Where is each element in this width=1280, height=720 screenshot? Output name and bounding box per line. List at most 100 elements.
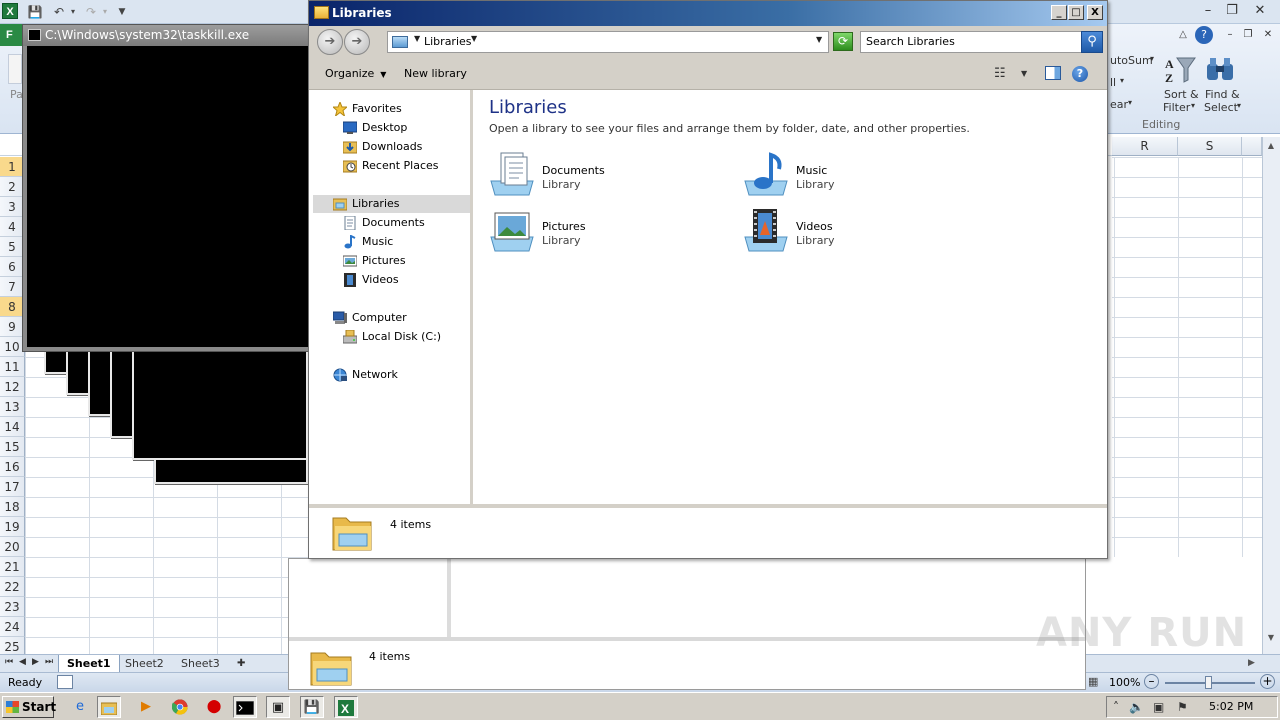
workbook-restore-icon[interactable]: ❐ [1238, 27, 1258, 43]
ribbon-minimize-icon[interactable]: △ [1173, 27, 1193, 43]
file-tab[interactable]: F [0, 24, 22, 46]
documents-library-name[interactable]: Documents [542, 164, 605, 177]
videos-library-type[interactable]: Library [796, 234, 834, 247]
music-library-type[interactable]: Library [796, 178, 834, 191]
excel-restore-icon[interactable]: ❐ [1222, 3, 1242, 19]
paste-icon[interactable] [8, 54, 22, 84]
nav-documents-label[interactable]: Documents [362, 216, 425, 229]
chrome-icon[interactable] [168, 696, 192, 718]
autosum-button[interactable]: utoSum [1110, 54, 1153, 67]
preview-pane-icon[interactable] [1045, 66, 1061, 80]
taskkill-console-window[interactable]: C:\Windows\system32\taskkill.exe [22, 24, 322, 352]
close-button[interactable]: X [1087, 5, 1103, 20]
fill-button[interactable]: ll [1110, 76, 1116, 89]
autosum-dropdown-icon[interactable]: ▾ [1150, 54, 1154, 63]
nav-favorites-label[interactable]: Favorites [352, 102, 402, 115]
organize-dropdown-icon[interactable]: ▼ [380, 70, 386, 79]
paste-label[interactable]: Pa [10, 88, 23, 101]
libraries-explorer-window[interactable]: Libraries _ □ X ➔ ➔ ▼ Libraries ▼ ▼ ⟳ Se… [308, 0, 1108, 559]
nav-downloads-label[interactable]: Downloads [362, 140, 422, 153]
nav-network[interactable]: Network [333, 366, 398, 384]
nav-desktop-label[interactable]: Desktop [362, 121, 407, 134]
console-task-icon[interactable] [233, 696, 257, 718]
search-input[interactable]: Search Libraries [860, 31, 1082, 53]
black-window-6[interactable] [154, 458, 308, 484]
nav-recent-places-label[interactable]: Recent Places [362, 159, 439, 172]
page-layout-icon[interactable]: ▦ [1088, 675, 1098, 688]
sort-filter-label-1[interactable]: Sort & [1164, 88, 1199, 101]
system-clock[interactable]: 5:02 PM [1209, 700, 1253, 713]
search-icon[interactable]: ⚲ [1081, 31, 1103, 53]
row-header[interactable]: 17 [0, 477, 25, 497]
row-header[interactable]: 16 [0, 457, 25, 477]
row-header[interactable]: 22 [0, 577, 25, 597]
address-separator-icon[interactable]: ▼ [414, 34, 420, 43]
hscroll-right-icon[interactable]: ▶ [1248, 658, 1255, 668]
workbook-minimize-icon[interactable]: – [1220, 27, 1240, 43]
nav-local-disk-label[interactable]: Local Disk (C:) [362, 330, 441, 343]
maximize-button[interactable]: □ [1068, 5, 1084, 20]
row-header[interactable]: 14 [0, 417, 25, 437]
column-header-s[interactable]: S [1178, 137, 1242, 156]
music-library-icon[interactable] [743, 151, 789, 197]
address-text[interactable]: Libraries [424, 35, 472, 48]
nav-videos-label[interactable]: Videos [362, 273, 399, 286]
row-header[interactable]: 13 [0, 397, 25, 417]
sort-filter-dropdown-icon[interactable]: ▾ [1191, 101, 1195, 110]
save-icon[interactable]: 💾 [26, 3, 44, 21]
sheet-tab-3[interactable]: Sheet3 [173, 655, 228, 672]
organize-button[interactable]: Organize ▼ [325, 67, 386, 80]
zoom-out-icon[interactable]: – [1144, 674, 1159, 689]
insert-sheet-icon[interactable]: ✚ [229, 655, 253, 672]
nav-music[interactable]: Music [343, 233, 393, 251]
row-header[interactable]: 23 [0, 597, 25, 617]
nav-recent-places[interactable]: Recent Places [343, 157, 439, 175]
excel-minimize-icon[interactable]: – [1198, 3, 1218, 19]
row-header[interactable]: 15 [0, 437, 25, 457]
row-header[interactable]: 12 [0, 377, 25, 397]
redo-dropdown-icon[interactable]: ▾ [96, 3, 114, 21]
videos-library-name[interactable]: Videos [796, 220, 833, 233]
action-center-flag-icon[interactable]: ⚑ [1177, 700, 1188, 714]
row-header[interactable]: 24 [0, 617, 25, 637]
help-icon[interactable]: ? [1195, 26, 1213, 44]
find-select-label-2[interactable]: Select [1204, 101, 1238, 114]
documents-library-icon[interactable] [489, 151, 535, 197]
change-view-icon[interactable]: ☷ [994, 66, 1006, 81]
fill-dropdown-icon[interactable]: ▾ [1120, 76, 1124, 85]
internet-explorer-icon[interactable]: e [68, 696, 92, 718]
zoom-in-icon[interactable]: + [1260, 674, 1275, 689]
breadcrumb-dropdown-icon[interactable]: ▼ [471, 34, 477, 43]
nav-downloads[interactable]: Downloads [343, 138, 422, 156]
scroll-down-icon[interactable]: ▼ [1263, 633, 1279, 647]
pictures-library-type[interactable]: Library [542, 234, 580, 247]
new-library-button[interactable]: New library [404, 67, 467, 80]
prev-sheet-icon[interactable]: ◀ [19, 657, 26, 667]
vertical-scrollbar[interactable]: ▲ ▼ [1262, 137, 1280, 654]
search-placeholder[interactable]: Search Libraries [866, 35, 955, 48]
scroll-up-icon[interactable]: ▲ [1263, 141, 1279, 155]
nav-computer-label[interactable]: Computer [352, 311, 407, 324]
back-arrow-icon[interactable]: ➔ [317, 29, 343, 55]
zoom-level[interactable]: 100% [1109, 676, 1140, 689]
refresh-icon[interactable]: ⟳ [833, 32, 853, 51]
workbook-close-icon[interactable]: ✕ [1258, 27, 1278, 43]
excel-close-icon[interactable]: ✕ [1250, 3, 1270, 19]
next-sheet-icon[interactable]: ▶ [32, 657, 39, 667]
start-label[interactable]: Start [22, 700, 56, 714]
videos-library-icon[interactable] [743, 207, 789, 253]
nav-music-label[interactable]: Music [362, 235, 393, 248]
nav-libraries[interactable]: Libraries [313, 195, 470, 213]
help-icon[interactable]: ? [1072, 66, 1088, 82]
nav-desktop[interactable]: Desktop [343, 119, 407, 137]
row-header[interactable]: 11 [0, 357, 25, 377]
start-button[interactable]: Start [2, 696, 56, 718]
sort-filter-icon[interactable]: AZ [1163, 52, 1197, 86]
volume-icon[interactable]: 🔈 [1129, 700, 1144, 714]
nav-network-label[interactable]: Network [352, 368, 398, 381]
find-select-icon[interactable] [1204, 52, 1238, 86]
music-library-name[interactable]: Music [796, 164, 827, 177]
zoom-slider-thumb[interactable] [1205, 676, 1212, 689]
background-explorer-window[interactable]: 4 items [288, 558, 1086, 690]
nav-videos[interactable]: Videos [343, 271, 399, 289]
